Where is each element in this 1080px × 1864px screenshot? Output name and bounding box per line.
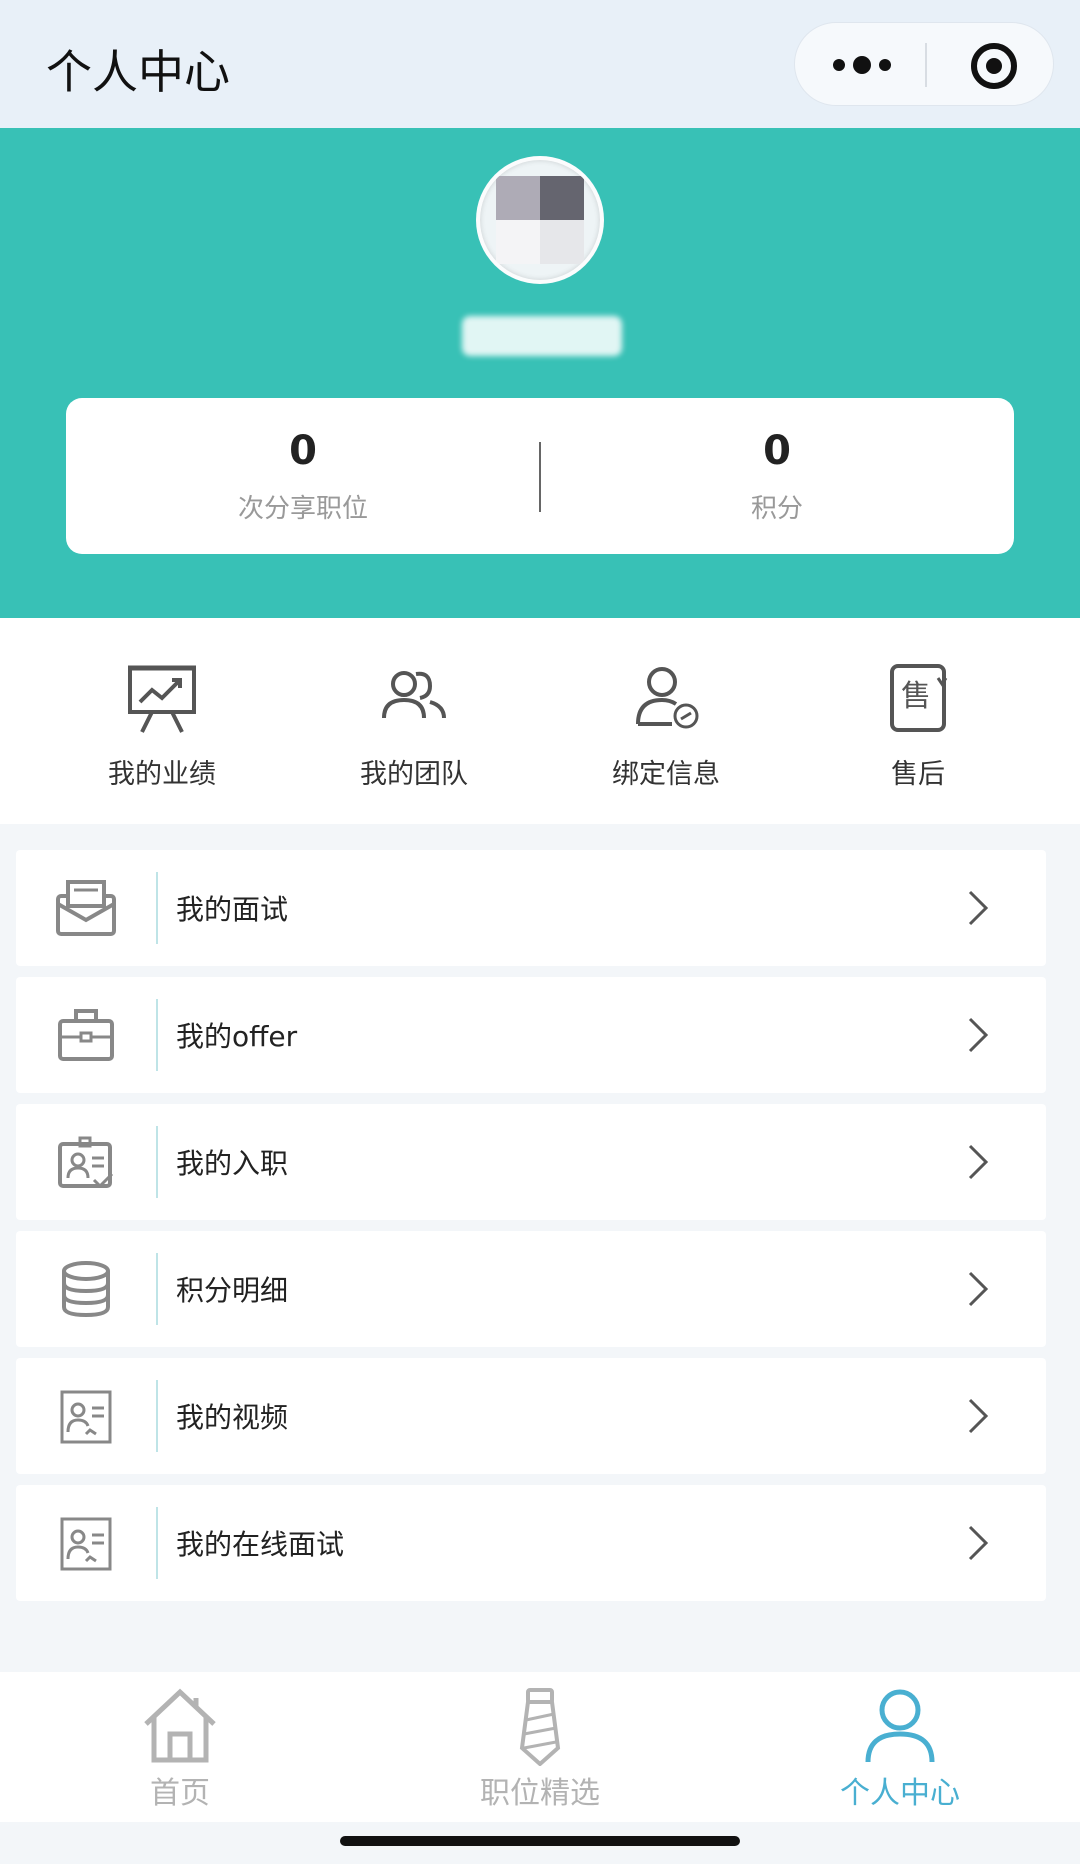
- quick-action-performance[interactable]: 我的业绩: [36, 618, 288, 824]
- quick-action-label: 我的业绩: [108, 759, 216, 790]
- profile-header: 0 次分享职位 0 积分: [0, 128, 1080, 618]
- menu-item-my-onboarding[interactable]: 我的入职: [16, 1104, 1046, 1220]
- more-dots-icon[interactable]: [831, 47, 893, 83]
- profile-card-icon: [60, 1517, 112, 1571]
- username-blurred: [462, 316, 622, 356]
- quick-action-label: 售后: [891, 759, 945, 790]
- quick-action-label: 我的团队: [360, 759, 468, 790]
- home-icon: [144, 1688, 216, 1763]
- avatar[interactable]: [476, 156, 604, 284]
- after-sales-icon: 售: [890, 664, 948, 732]
- menu-divider: [156, 999, 158, 1071]
- menu-label: 我的入职: [176, 1147, 289, 1180]
- menu-item-points-details[interactable]: 积分明细: [16, 1231, 1046, 1347]
- menu-divider: [156, 1507, 158, 1579]
- menu-item-my-interviews[interactable]: 我的面试: [16, 850, 1046, 966]
- tab-home[interactable]: 首页: [0, 1672, 360, 1822]
- stat-label: 次分享职位: [237, 494, 368, 524]
- chevron-right-icon: [968, 1398, 989, 1434]
- quick-action-label: 绑定信息: [612, 759, 720, 790]
- tie-icon: [519, 1688, 561, 1766]
- stat-value: 0: [289, 428, 317, 474]
- team-icon: [382, 671, 446, 719]
- home-indicator: [340, 1836, 740, 1846]
- menu-divider: [156, 1126, 158, 1198]
- database-icon: [62, 1261, 110, 1318]
- quick-actions: 我的业绩 我的团队 绑定信息 售 售后: [0, 618, 1080, 824]
- menu-label: 我的视频: [176, 1401, 289, 1434]
- menu-label: 积分明细: [176, 1274, 289, 1307]
- tab-label: 首页: [150, 1776, 210, 1811]
- menu-label: 我的面试: [176, 893, 289, 926]
- mini-program-capsule: [794, 22, 1054, 106]
- bottom-tab-bar: 首页 职位精选 个人中心: [0, 1672, 1080, 1822]
- tab-label: 职位精选: [480, 1776, 600, 1811]
- menu-divider: [156, 1380, 158, 1452]
- quick-action-team[interactable]: 我的团队: [288, 618, 540, 824]
- tab-label: 个人中心: [840, 1776, 960, 1811]
- stats-card: 0 次分享职位 0 积分: [66, 398, 1014, 554]
- capsule-divider: [925, 43, 927, 87]
- chevron-right-icon: [968, 1017, 989, 1053]
- user-link-icon: [636, 667, 699, 729]
- menu-label: 我的offer: [176, 1020, 298, 1053]
- quick-action-after-sales[interactable]: 售 售后: [792, 618, 1044, 824]
- quick-action-bind-info[interactable]: 绑定信息: [540, 618, 792, 824]
- stat-points[interactable]: 0 积分: [540, 398, 1014, 554]
- menu-divider: [156, 872, 158, 944]
- tab-profile[interactable]: 个人中心: [720, 1672, 1080, 1822]
- presentation-chart-icon: [128, 665, 196, 733]
- profile-card-icon: [60, 1390, 112, 1444]
- stat-label: 积分: [750, 494, 803, 524]
- chevron-right-icon: [968, 1525, 989, 1561]
- id-card-check-icon: [58, 1136, 114, 1189]
- svg-text:售: 售: [901, 679, 931, 714]
- target-icon[interactable]: [969, 41, 1019, 91]
- stat-shared-jobs[interactable]: 0 次分享职位: [66, 398, 540, 554]
- menu-divider: [156, 1253, 158, 1325]
- navigation-bar: 个人中心: [0, 0, 1080, 128]
- chevron-right-icon: [968, 890, 989, 926]
- menu-item-my-videos[interactable]: 我的视频: [16, 1358, 1046, 1474]
- menu-label: 我的在线面试: [176, 1528, 345, 1561]
- envelope-icon: [56, 880, 116, 936]
- menu-item-my-online-interviews[interactable]: 我的在线面试: [16, 1485, 1046, 1601]
- chevron-right-icon: [968, 1144, 989, 1180]
- tab-job-picks[interactable]: 职位精选: [360, 1672, 720, 1822]
- user-icon: [865, 1689, 935, 1763]
- menu-item-my-offer[interactable]: 我的offer: [16, 977, 1046, 1093]
- stat-value: 0: [763, 428, 791, 474]
- page-title: 个人中心: [46, 45, 230, 99]
- briefcase-icon: [58, 1009, 114, 1061]
- chevron-right-icon: [968, 1271, 989, 1307]
